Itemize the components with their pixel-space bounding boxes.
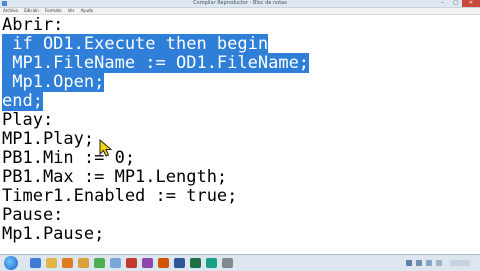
system-tray: [402, 257, 476, 269]
window-title-bar: Compilar Reproductor - Bloc de notas – □…: [0, 0, 480, 8]
chrome-icon[interactable]: [94, 258, 105, 268]
volume-icon[interactable]: [416, 260, 422, 266]
paint-icon[interactable]: [126, 258, 137, 268]
explorer-icon[interactable]: [46, 258, 57, 268]
code-line-selected: Mp1.Open;: [2, 72, 105, 92]
ie-icon[interactable]: [30, 258, 41, 268]
network-icon[interactable]: [406, 260, 412, 266]
notepad-icon[interactable]: [110, 258, 121, 268]
code-line: MP1.Play;: [2, 129, 95, 149]
media-player-icon[interactable]: [62, 258, 73, 268]
window-title: Compilar Reproductor - Bloc de notas: [193, 0, 287, 6]
minimize-button[interactable]: –: [436, 0, 449, 7]
code-line: Timer1.Enabled := true;: [2, 186, 238, 206]
app3-icon[interactable]: [222, 258, 233, 268]
maximize-button[interactable]: □: [449, 0, 462, 7]
menu-bar: Archivo Edición Formato Ver Ayuda: [0, 8, 480, 15]
menu-ver[interactable]: Ver: [68, 8, 75, 14]
word-icon[interactable]: [174, 258, 185, 268]
menu-formato[interactable]: Formato: [45, 8, 62, 14]
clock-icon[interactable]: [450, 260, 470, 266]
flag-icon[interactable]: [426, 260, 432, 266]
mouse-cursor-icon: [99, 139, 113, 157]
code-line-selected: end;: [2, 91, 43, 111]
folder-icon[interactable]: [78, 258, 89, 268]
app-icon[interactable]: [142, 258, 153, 268]
code-line: Play:: [2, 110, 54, 130]
code-line: PB1.Min := 0;: [2, 148, 136, 168]
code-line-selected: MP1.FileName := OD1.FileName;: [2, 53, 310, 73]
menu-ayuda[interactable]: Ayuda: [81, 8, 93, 14]
code-line: PB1.Max := MP1.Length;: [2, 167, 228, 187]
code-line: Abrir:: [2, 15, 64, 35]
start-orb-icon[interactable]: [4, 256, 18, 270]
delphi-icon[interactable]: [158, 258, 169, 268]
menu-archivo[interactable]: Archivo: [3, 8, 18, 14]
taskbar: [0, 254, 480, 271]
menu-edicion[interactable]: Edición: [24, 8, 38, 14]
excel-icon[interactable]: [190, 258, 201, 268]
close-button[interactable]: ✕: [462, 0, 480, 7]
battery-icon[interactable]: [436, 260, 442, 266]
code-line: Pause:: [2, 205, 64, 225]
app2-icon[interactable]: [206, 258, 217, 268]
code-line: Mp1.Pause;: [2, 224, 105, 244]
code-line-selected: if OD1.Execute then begin: [2, 34, 269, 54]
text-editor[interactable]: Abrir: if OD1.Execute then begin MP1.Fil…: [0, 15, 480, 247]
